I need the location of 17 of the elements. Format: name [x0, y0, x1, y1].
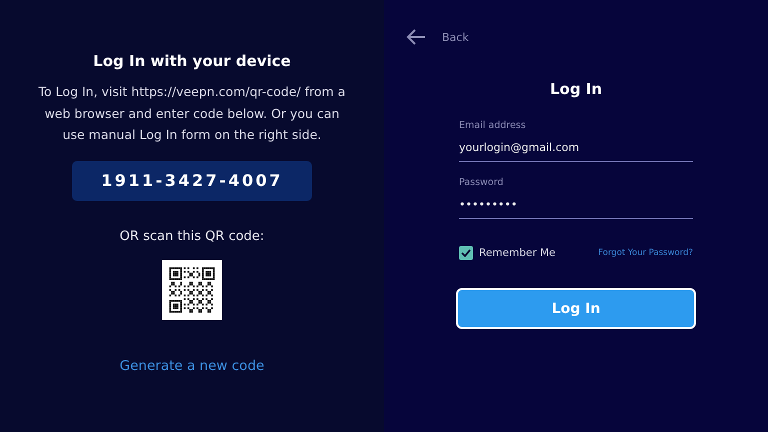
remember-label: Remember Me: [479, 247, 556, 259]
remember-checkbox[interactable]: [459, 246, 473, 260]
qr-caption: OR scan this QR code:: [120, 228, 264, 244]
back-arrow-icon: [406, 29, 426, 45]
qr-code: [162, 260, 222, 320]
input-field[interactable]: •••••••••: [459, 194, 693, 219]
device-code: 1911-3427-4007: [72, 160, 312, 200]
section-title: Log In with your device: [93, 51, 291, 72]
generate-code-link[interactable]: Generate a new code: [120, 358, 264, 374]
field-label: Email address: [459, 120, 527, 131]
field-label: Password: [459, 177, 504, 188]
input-field[interactable]: yourlogin@gmail.com: [459, 137, 693, 162]
form-title: Log In: [550, 80, 602, 98]
back-button[interactable]: Back: [400, 28, 475, 46]
instructions-text: To Log In, visit https://veepn.com/qr-code/ from a web browser and enter code below. Or you can use manual Log In form on the right side.: [38, 83, 346, 144]
forgot-password-link[interactable]: Forgot Your Password?: [598, 248, 693, 258]
checkmark-icon: [461, 249, 471, 257]
